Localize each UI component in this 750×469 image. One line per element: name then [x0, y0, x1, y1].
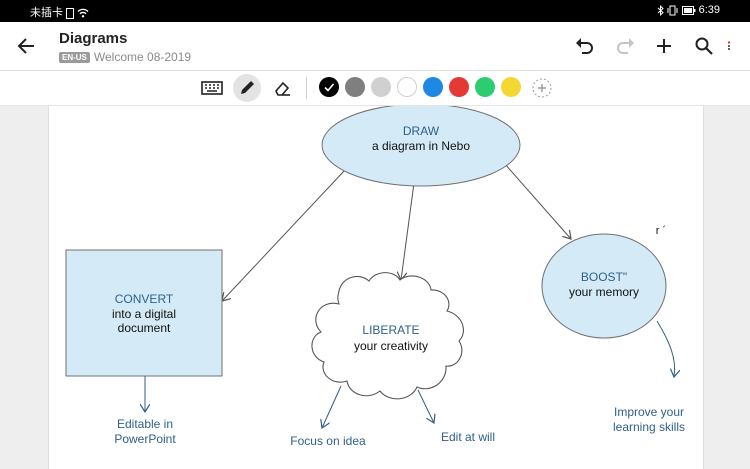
page-subtitle: EN-US Welcome 08-2019 [59, 50, 191, 64]
clock: 6:39 [698, 4, 720, 16]
bluetooth-icon [658, 4, 665, 16]
convert-line-3: document [117, 321, 171, 335]
color-swatch[interactable] [423, 77, 443, 97]
pen-toolbar [0, 71, 750, 106]
writing-canvas[interactable]: DRAW a diagram in Nebo CONVERT into a di… [48, 106, 704, 469]
boost-subtitle: your memory [568, 285, 639, 299]
keyboard-icon[interactable] [198, 74, 226, 102]
liberate-subtitle: your creativity [353, 339, 429, 353]
undo-icon[interactable] [573, 34, 597, 58]
boost-title: BOOST" [580, 270, 628, 284]
arrow-draw-to-liberate [401, 182, 415, 280]
more-icon[interactable] [726, 34, 738, 58]
arrow-liberate-to-focus [322, 385, 342, 428]
color-swatch[interactable] [319, 77, 339, 97]
note-editable-line-2: PowerPoint [114, 432, 176, 446]
back-arrow-icon[interactable] [14, 34, 40, 58]
arrow-draw-to-convert [222, 169, 346, 301]
color-swatch[interactable] [501, 77, 521, 97]
toolbar-divider [306, 77, 307, 99]
color-swatch[interactable] [449, 77, 469, 97]
color-swatch[interactable] [371, 77, 391, 97]
battery-icon [681, 5, 696, 15]
color-swatch[interactable] [397, 77, 417, 97]
note-editable-line-1: Editable in [116, 417, 174, 431]
note-improve-line-1: Improve your [613, 405, 685, 419]
add-icon[interactable] [652, 34, 676, 58]
note-focus: Focus on idea [290, 434, 366, 448]
app-bar-actions [562, 34, 738, 58]
convert-title: CONVERT [114, 292, 174, 306]
arrow-liberate-to-edit [417, 389, 434, 423]
page-title: Diagrams [59, 30, 128, 47]
note-edit: Edit at will [440, 430, 496, 444]
carrier-label: 未插卡 [30, 7, 63, 19]
sim-icon [66, 7, 75, 19]
color-swatch[interactable] [345, 77, 365, 97]
liberate-title: LIBERATE [362, 323, 420, 337]
eraser-icon[interactable] [268, 74, 296, 102]
draw-title: DRAW [402, 124, 440, 138]
redo-icon[interactable] [613, 34, 637, 58]
search-icon[interactable] [692, 34, 716, 58]
color-swatch[interactable] [475, 77, 495, 97]
app-bar: Diagrams EN-US Welcome 08-2019 [0, 22, 750, 71]
notebook-name: Welcome 08-2019 [93, 50, 192, 64]
pen-icon[interactable] [233, 74, 261, 102]
wifi-icon [77, 8, 89, 18]
arrow-boost-to-improve [656, 320, 675, 377]
arrow-draw-to-boost [503, 162, 571, 239]
vibrate-icon [667, 5, 678, 16]
stray-ink-mark: r ´ [655, 225, 667, 237]
language-badge: EN-US [59, 52, 90, 63]
draw-subtitle: a diagram in Nebo [371, 139, 471, 153]
add-color-icon[interactable] [528, 74, 556, 102]
status-bar: 未插卡 6:39 [0, 0, 750, 22]
note-improve-line-2: learning skills [612, 420, 686, 434]
convert-line-2: into a digital [111, 307, 177, 321]
checkmark-icon [324, 83, 335, 92]
